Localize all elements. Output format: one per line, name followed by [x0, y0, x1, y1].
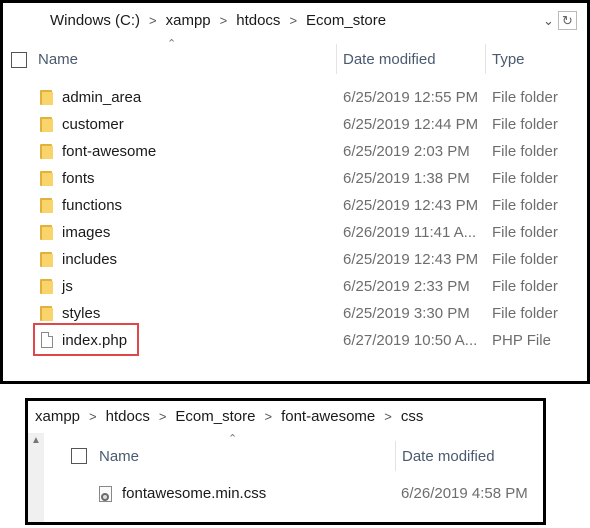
- breadcrumb-htdocs[interactable]: htdocs: [236, 12, 280, 29]
- file-date-modified: 6/27/2019 10:50 A...: [343, 332, 478, 349]
- breadcrumb-ecom-store[interactable]: Ecom_store: [306, 12, 386, 29]
- column-date-modified[interactable]: Date modified: [343, 51, 436, 68]
- file-name: functions: [62, 197, 123, 214]
- folder-icon: [40, 90, 53, 105]
- column-divider[interactable]: [336, 44, 337, 74]
- column-divider[interactable]: [485, 44, 486, 74]
- file-type: File folder: [492, 170, 558, 187]
- breadcrumb-ecom-store[interactable]: Ecom_store: [175, 408, 255, 425]
- breadcrumb-htdocs[interactable]: htdocs: [106, 408, 150, 425]
- breadcrumb-css[interactable]: css: [401, 408, 424, 425]
- address-bar-controls: ⌄ ↻: [543, 11, 577, 30]
- breadcrumb-windows-c[interactable]: Windows (C:): [50, 12, 140, 29]
- breadcrumb-separator-icon[interactable]: >: [89, 409, 97, 424]
- folder-icon: [40, 306, 53, 321]
- file-row[interactable]: customer 6/25/2019 12:44 PM File folder: [3, 111, 587, 138]
- file-row[interactable]: admin_area 6/25/2019 12:55 PM File folder: [3, 84, 587, 111]
- file-row[interactable]: functions 6/25/2019 12:43 PM File folder: [3, 192, 587, 219]
- breadcrumb-separator-icon[interactable]: >: [384, 409, 392, 424]
- file-date-modified: 6/25/2019 12:44 PM: [343, 116, 479, 133]
- file-type: File folder: [492, 143, 558, 160]
- breadcrumb-separator-icon[interactable]: >: [149, 13, 157, 28]
- breadcrumb-separator-icon[interactable]: >: [159, 409, 167, 424]
- file-name: font-awesome: [62, 143, 157, 160]
- breadcrumb-font-awesome[interactable]: font-awesome: [281, 408, 375, 425]
- file-name: fontawesome.min.css: [122, 485, 267, 502]
- explorer-window-css: xampp > htdocs > Ecom_store > font-aweso…: [25, 398, 546, 525]
- file-type: PHP File: [492, 332, 551, 349]
- column-name[interactable]: Name: [38, 51, 78, 68]
- folder-icon: [40, 171, 53, 186]
- breadcrumb-separator-icon[interactable]: >: [264, 409, 272, 424]
- breadcrumb-separator-icon[interactable]: >: [289, 13, 297, 28]
- file-type: File folder: [492, 278, 558, 295]
- file-type: File folder: [492, 116, 558, 133]
- file-date-modified: 6/25/2019 1:38 PM: [343, 170, 470, 187]
- file-name: admin_area: [62, 89, 142, 106]
- column-header-row: Name Date modified Type: [3, 44, 587, 74]
- column-header-row: Name Date modified: [44, 441, 544, 471]
- file-name: js: [62, 278, 73, 295]
- file-type: File folder: [492, 251, 558, 268]
- scroll-up-arrow-icon[interactable]: ▲: [31, 435, 41, 446]
- folder-icon: [40, 198, 53, 213]
- file-row[interactable]: index.php 6/27/2019 10:50 A... PHP File: [3, 323, 587, 356]
- file-name: includes: [62, 251, 118, 268]
- breadcrumb-separator-icon[interactable]: >: [220, 13, 228, 28]
- select-all-checkbox[interactable]: [11, 52, 27, 68]
- file-date-modified: 6/25/2019 12:43 PM: [343, 197, 479, 214]
- file-row[interactable]: images 6/26/2019 11:41 A... File folder: [3, 219, 587, 246]
- folder-icon: [40, 117, 53, 132]
- address-bar[interactable]: Windows (C:) > xampp > htdocs > Ecom_sto…: [50, 7, 386, 33]
- folder-icon: [40, 144, 53, 159]
- column-date-modified[interactable]: Date modified: [402, 448, 495, 465]
- css-file-icon: [99, 486, 112, 502]
- file-name: styles: [62, 305, 101, 322]
- highlight-box: [33, 323, 139, 356]
- address-bar[interactable]: xampp > htdocs > Ecom_store > font-aweso…: [35, 403, 423, 429]
- breadcrumb-xampp[interactable]: xampp: [166, 12, 211, 29]
- folder-icon: [40, 252, 53, 267]
- file-type: File folder: [492, 305, 558, 322]
- file-row[interactable]: js 6/25/2019 2:33 PM File folder: [3, 273, 587, 300]
- vertical-scrollbar[interactable]: ▲: [28, 433, 44, 522]
- file-name: customer: [62, 116, 124, 133]
- file-row[interactable]: font-awesome 6/25/2019 2:03 PM File folder: [3, 138, 587, 165]
- file-date-modified: 6/25/2019 3:30 PM: [343, 305, 470, 322]
- column-type[interactable]: Type: [492, 51, 525, 68]
- file-row[interactable]: fonts 6/25/2019 1:38 PM File folder: [3, 165, 587, 192]
- column-divider[interactable]: [395, 441, 396, 471]
- file-name: images: [62, 224, 111, 241]
- explorer-window-ecom-store: Windows (C:) > xampp > htdocs > Ecom_sto…: [0, 0, 590, 384]
- file-row[interactable]: includes 6/25/2019 12:43 PM File folder: [3, 246, 587, 273]
- file-date-modified: 6/25/2019 12:55 PM: [343, 89, 479, 106]
- file-date-modified: 6/26/2019 11:41 A...: [343, 224, 477, 241]
- file-type: File folder: [492, 224, 558, 241]
- chevron-down-icon[interactable]: ⌄: [543, 13, 554, 29]
- file-name: fonts: [62, 170, 95, 187]
- select-all-checkbox[interactable]: [71, 448, 87, 464]
- file-row[interactable]: fontawesome.min.css 6/26/2019 4:58 PM: [44, 480, 544, 507]
- column-name[interactable]: Name: [99, 448, 139, 465]
- folder-icon: [40, 225, 53, 240]
- file-date-modified: 6/25/2019 2:33 PM: [343, 278, 470, 295]
- file-date-modified: 6/25/2019 2:03 PM: [343, 143, 470, 160]
- breadcrumb-xampp[interactable]: xampp: [35, 408, 80, 425]
- file-type: File folder: [492, 197, 558, 214]
- file-date-modified: 6/26/2019 4:58 PM: [401, 485, 528, 502]
- folder-icon: [40, 279, 53, 294]
- refresh-icon[interactable]: ↻: [557, 11, 577, 30]
- file-date-modified: 6/25/2019 12:43 PM: [343, 251, 479, 268]
- file-type: File folder: [492, 89, 558, 106]
